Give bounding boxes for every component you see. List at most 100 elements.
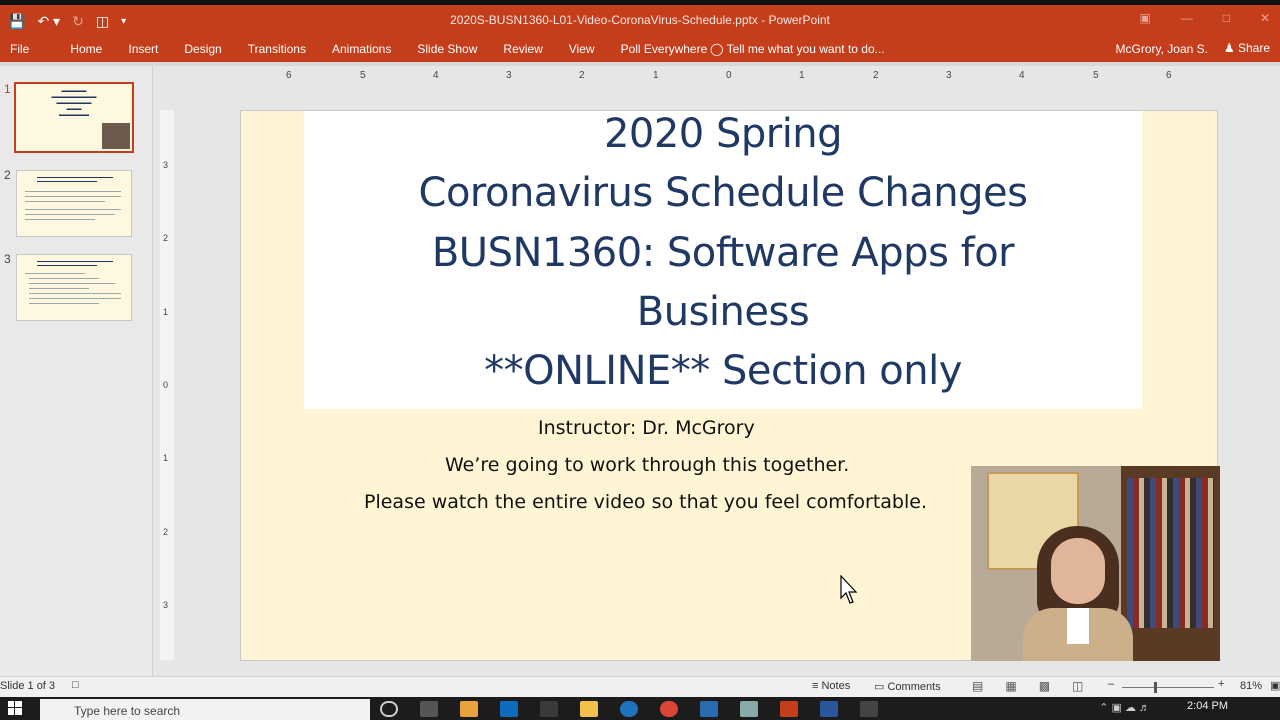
powerpoint-icon[interactable] <box>780 701 798 717</box>
taskbar-apps <box>380 701 878 717</box>
slide-title-line-4: Business <box>636 289 810 335</box>
tab-poll-everywhere[interactable]: Poll Everywhere <box>608 42 721 56</box>
tab-transitions[interactable]: Transitions <box>235 42 319 56</box>
ruler-tick: 2 <box>163 233 169 243</box>
ruler-tick: 4 <box>1019 70 1025 81</box>
fit-slide-icon[interactable]: ▣ <box>1270 679 1280 692</box>
status-bar: Slide 1 of 3 □ ≡ Notes ▭ Comments ▤ ▦ ▩ … <box>0 676 1280 697</box>
slide-thumbnail-1[interactable]: ▬▬▬▬▬ ▬▬▬▬▬▬▬▬▬ ▬▬▬▬▬▬▬ ▬▬▬ ▬▬▬▬▬▬ <box>14 82 134 153</box>
ruler-tick: 2 <box>873 70 879 81</box>
slide-show-icon[interactable]: ◫ <box>1072 679 1083 693</box>
slide-title-line-3: BUSN1360: Software Apps for <box>431 230 1015 276</box>
thumbnail-line <box>25 214 115 215</box>
thumbnail-line <box>29 303 99 304</box>
zoom-slider-thumb[interactable] <box>1154 682 1157 693</box>
lightbulb-icon: ◯ <box>710 42 724 56</box>
slide-title-line-5: **ONLINE** Section only <box>484 348 962 394</box>
ruler-tick: 5 <box>1093 70 1099 81</box>
comments-button[interactable]: ▭ Comments <box>874 680 941 693</box>
chrome-icon[interactable] <box>660 701 678 717</box>
slide-sorter-icon[interactable]: ▦ <box>1005 679 1016 693</box>
ruler-tick: 3 <box>506 70 512 81</box>
thumbnail-line <box>25 196 121 197</box>
thumbnail-line <box>25 273 85 274</box>
taskbar-clock[interactable]: 2:04 PM <box>1187 700 1228 712</box>
vertical-scrollbar[interactable] <box>1274 66 1280 676</box>
thumbnail-line <box>37 177 113 178</box>
document-title: 2020S-BUSN1360-L01-Video-CoronaVirus-Sch… <box>450 13 830 27</box>
outlook-icon[interactable] <box>500 701 518 717</box>
system-tray-icons[interactable]: ⌃ ▣ ☁ ♬ <box>1099 701 1150 714</box>
slide-thumbnail-2[interactable] <box>16 170 132 237</box>
slide-title-line-2: Coronavirus Schedule Changes <box>418 170 1028 216</box>
normal-view-icon[interactable]: ▤ <box>972 679 983 693</box>
tab-insert[interactable]: Insert <box>115 42 171 56</box>
tab-animations[interactable]: Animations <box>319 42 404 56</box>
tab-design[interactable]: Design <box>171 42 234 56</box>
thumbnail-number-3: 3 <box>4 252 11 266</box>
word-icon[interactable] <box>820 701 838 717</box>
comment-icon: ▭ <box>874 681 885 693</box>
thumbnail-number-2: 2 <box>4 168 11 182</box>
ruler-tick: 3 <box>163 160 169 170</box>
tab-home[interactable]: Home <box>57 42 115 56</box>
slide-body-line-2: We’re going to work through this togethe… <box>445 454 850 476</box>
thumbnail-video-preview <box>102 123 130 149</box>
thumbnail-line <box>25 219 95 220</box>
cortana-icon[interactable] <box>380 701 398 717</box>
app-icon[interactable] <box>460 701 478 717</box>
notes-button[interactable]: ≡ Notes <box>812 680 850 692</box>
zoom-level[interactable]: 81% <box>1240 680 1262 692</box>
ribbon-collapsed-area <box>0 62 1280 66</box>
share-label: Share <box>1237 41 1270 55</box>
tab-view[interactable]: View <box>556 42 608 56</box>
mouse-cursor-icon <box>840 575 858 604</box>
comments-label: Comments <box>887 681 941 693</box>
ribbon-display-options-icon[interactable]: ▣ <box>1139 11 1150 25</box>
ruler-tick: 4 <box>433 70 439 81</box>
app-icon[interactable] <box>700 701 718 717</box>
thumbnail-line <box>37 261 113 262</box>
slide-title-placeholder[interactable]: 2020 Spring Coronavirus Schedule Changes… <box>304 111 1142 409</box>
zoom-in-icon[interactable]: + <box>1218 678 1224 690</box>
view-buttons: ▤ ▦ ▩ ◫ <box>972 679 1083 693</box>
title-bar: 💾 ↶ ▾ ↻ ◫ ▾ 2020S-BUSN1360-L01-Video-Cor… <box>0 5 1280 37</box>
app-icon[interactable] <box>860 701 878 717</box>
zoom-out-icon[interactable]: – <box>1108 678 1114 690</box>
windows-start-icon[interactable] <box>8 701 22 715</box>
edge-icon[interactable] <box>620 701 638 717</box>
tell-me-search[interactable]: ◯ Tell me what you want to do... <box>710 42 885 56</box>
ruler-tick: 0 <box>726 70 732 81</box>
spelling-check-icon[interactable]: □ <box>72 679 79 691</box>
minimize-button[interactable]: — <box>1181 11 1193 25</box>
thumbnail-title-preview: ▬▬▬▬▬ ▬▬▬▬▬▬▬▬▬ ▬▬▬▬▬▬▬ ▬▬▬ ▬▬▬▬▬▬ <box>51 88 97 118</box>
reading-view-icon[interactable]: ▩ <box>1039 679 1050 693</box>
thumbnail-line <box>29 278 99 279</box>
share-button[interactable]: ♟ Share <box>1224 41 1270 55</box>
slide-thumbnail-3[interactable] <box>16 254 132 321</box>
slide-title-line-1: 2020 Spring <box>603 111 843 157</box>
tab-file[interactable]: File <box>10 42 57 56</box>
maximize-button[interactable]: □ <box>1223 11 1230 25</box>
slide-body-instructor: Instructor: Dr. McGrory <box>538 417 755 439</box>
task-view-icon[interactable] <box>420 701 438 717</box>
app-icon[interactable] <box>740 701 758 717</box>
close-button[interactable]: ✕ <box>1260 11 1270 25</box>
user-name[interactable]: McGrory, Joan S. <box>1116 42 1208 56</box>
slide-thumbnail-pane: 1 ▬▬▬▬▬ ▬▬▬▬▬▬▬▬▬ ▬▬▬▬▬▬▬ ▬▬▬ ▬▬▬▬▬▬ 2 3 <box>0 66 153 676</box>
thumbnail-line <box>25 209 121 210</box>
presenter <box>1023 526 1133 661</box>
taskbar-search-box[interactable]: Type here to search <box>40 699 370 720</box>
tab-slide-show[interactable]: Slide Show <box>404 42 490 56</box>
slide-body-line-3: Please watch the entire video so that yo… <box>364 491 927 513</box>
notes-label: Notes <box>821 680 851 692</box>
store-icon[interactable] <box>540 701 558 717</box>
ruler-tick: 5 <box>360 70 366 81</box>
ruler-tick: 1 <box>163 307 169 317</box>
file-explorer-icon[interactable] <box>580 701 598 717</box>
tab-review[interactable]: Review <box>490 42 555 56</box>
ruler-tick: 1 <box>653 70 659 81</box>
ruler-tick: 1 <box>163 453 169 463</box>
ruler-tick: 3 <box>163 600 169 610</box>
video-books <box>1127 478 1214 628</box>
